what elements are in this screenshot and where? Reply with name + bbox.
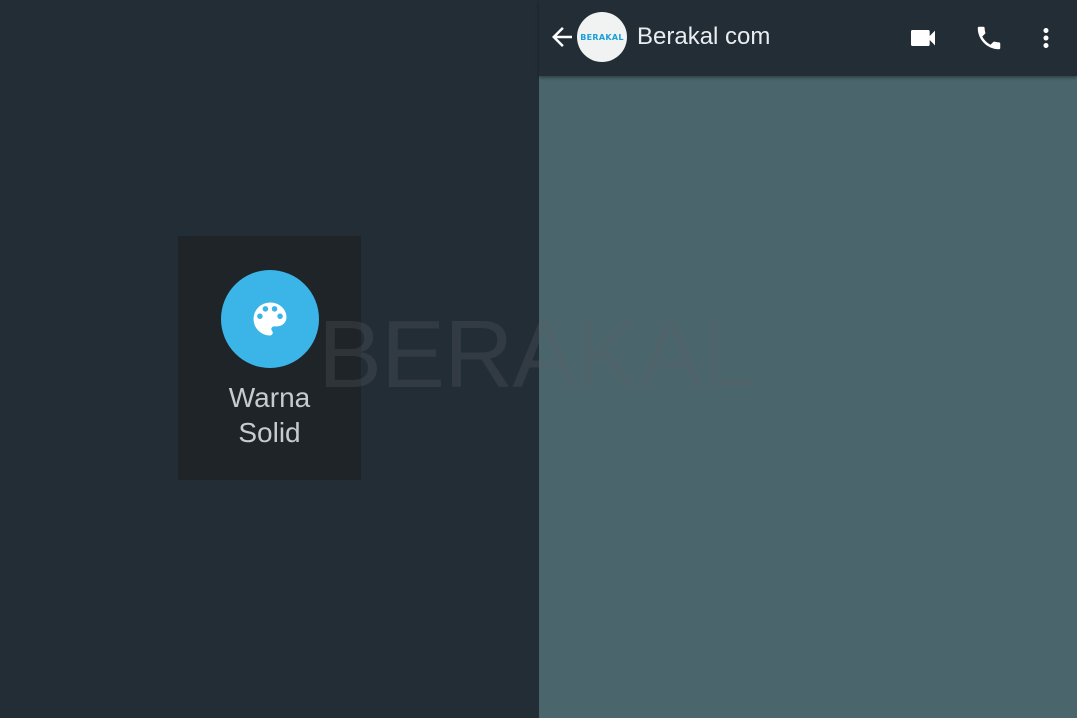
back-button[interactable]: [547, 22, 577, 52]
wallpaper-options-panel: Warna Solid: [0, 0, 539, 718]
phone-icon: [977, 26, 1001, 50]
voice-call-button[interactable]: [973, 22, 1005, 54]
back-arrow-icon: [552, 27, 572, 47]
solid-color-option[interactable]: Warna Solid: [178, 236, 361, 480]
solid-color-option-label: Warna Solid: [228, 382, 311, 448]
avatar-logo-text: BERAKAL: [580, 32, 624, 42]
chat-wallpaper-preview: [539, 76, 1077, 718]
contact-avatar[interactable]: BERAKAL: [577, 12, 627, 62]
solid-color-option-circle: [221, 270, 319, 368]
more-options-button[interactable]: [1030, 22, 1062, 54]
more-vert-icon: [1043, 28, 1049, 48]
video-call-button[interactable]: [907, 22, 939, 54]
palette-icon: [253, 302, 287, 336]
app-window: Warna Solid BERAKAL Berakal com BERAKAL: [0, 0, 1077, 718]
chat-preview: BERAKAL Berakal com: [539, 0, 1077, 718]
video-call-icon: [911, 30, 935, 46]
chat-header: BERAKAL Berakal com: [539, 0, 1077, 76]
contact-name[interactable]: Berakal com: [637, 22, 770, 52]
